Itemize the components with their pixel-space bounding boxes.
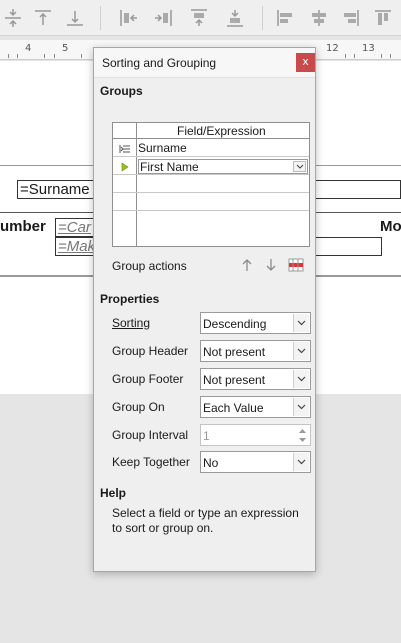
chevron-down-icon[interactable]	[293, 161, 306, 172]
group-actions-label: Group actions	[112, 259, 187, 273]
sorting-label: Sorting	[112, 316, 151, 330]
align-top-icon[interactable]	[30, 5, 56, 31]
group-footer-label: Group Footer	[112, 372, 184, 386]
dialog-titlebar[interactable]: Sorting and Grouping x	[94, 48, 315, 78]
group-header-value: Not present	[203, 345, 266, 359]
help-text: Select a field or type an expression to …	[112, 506, 299, 535]
chevron-down-icon[interactable]	[293, 453, 309, 471]
spin-up-icon[interactable]	[298, 428, 306, 433]
keep-together-select[interactable]: No	[200, 451, 311, 473]
group-on-select[interactable]: Each Value	[200, 396, 311, 418]
align-middle-icon[interactable]	[0, 5, 26, 31]
align-right-icon[interactable]	[338, 5, 364, 31]
keep-together-label: Keep Together	[112, 455, 190, 469]
group-row[interactable]: First Name	[113, 158, 309, 175]
ruler-number: 13	[362, 43, 375, 54]
align-left-icon[interactable]	[272, 5, 298, 31]
keep-together-value: No	[203, 456, 219, 470]
group-row[interactable]: Surname	[113, 140, 309, 157]
report-toolbar	[0, 0, 401, 36]
group-interval-value: 1	[203, 429, 210, 443]
group-row-empty[interactable]	[113, 176, 309, 193]
group-header-select[interactable]: Not present	[200, 340, 311, 362]
properties-heading: Properties	[100, 292, 160, 306]
group-footer-value: Not present	[203, 373, 266, 387]
current-row-arrow-icon	[113, 158, 136, 175]
sorting-grouping-dialog: Sorting and Grouping x Groups Field/Expr…	[93, 47, 316, 572]
help-heading: Help	[100, 486, 127, 500]
shrink-width-icon[interactable]	[116, 5, 142, 31]
group-row-marker-icon	[113, 140, 136, 157]
group-on-label: Group On	[112, 400, 165, 414]
close-button[interactable]: x	[296, 53, 315, 72]
delete-row-icon[interactable]	[288, 257, 304, 273]
shrink-height-top-icon[interactable]	[186, 5, 212, 31]
chevron-down-icon[interactable]	[293, 314, 309, 332]
field-expression-header: Field/Expression	[177, 124, 266, 138]
align-center-icon[interactable]	[306, 5, 332, 31]
chevron-down-icon[interactable]	[293, 370, 309, 388]
move-down-icon[interactable]	[264, 257, 278, 273]
align-top-edge-icon[interactable]	[370, 5, 396, 31]
group-interval-spinner[interactable]: 1	[200, 424, 311, 446]
ruler-number: 5	[62, 43, 69, 54]
group-header-label: Group Header	[112, 344, 189, 358]
group-interval-label: Group Interval	[112, 428, 189, 442]
field-select[interactable]: First Name	[138, 159, 308, 174]
sorting-value: Descending	[203, 317, 267, 331]
group-row-empty[interactable]	[113, 212, 309, 229]
group-on-value: Each Value	[203, 401, 264, 415]
spin-down-icon[interactable]	[298, 437, 306, 442]
move-up-icon[interactable]	[240, 257, 254, 273]
grid-header: Field/Expression	[113, 123, 309, 139]
groups-grid[interactable]: Field/Expression Surname First Name	[112, 122, 310, 247]
shrink-height-bottom-icon[interactable]	[222, 5, 248, 31]
group-footer-select[interactable]: Not present	[200, 368, 311, 390]
group-row-empty[interactable]	[113, 194, 309, 211]
column-heading-right[interactable]: Mo	[380, 218, 401, 235]
align-bottom-icon[interactable]	[62, 5, 88, 31]
field-select-value: First Name	[140, 160, 199, 174]
column-heading-left[interactable]: umber	[0, 218, 46, 235]
chevron-down-icon[interactable]	[293, 342, 309, 360]
chevron-down-icon[interactable]	[293, 398, 309, 416]
ruler-number: 4	[25, 43, 32, 54]
dialog-title: Sorting and Grouping	[102, 56, 217, 70]
sorting-select[interactable]: Descending	[200, 312, 311, 334]
group-row-value: Surname	[138, 141, 187, 155]
shrink-width-right-icon[interactable]	[150, 5, 176, 31]
groups-heading: Groups	[100, 84, 143, 98]
ruler-number: 12	[326, 43, 339, 54]
